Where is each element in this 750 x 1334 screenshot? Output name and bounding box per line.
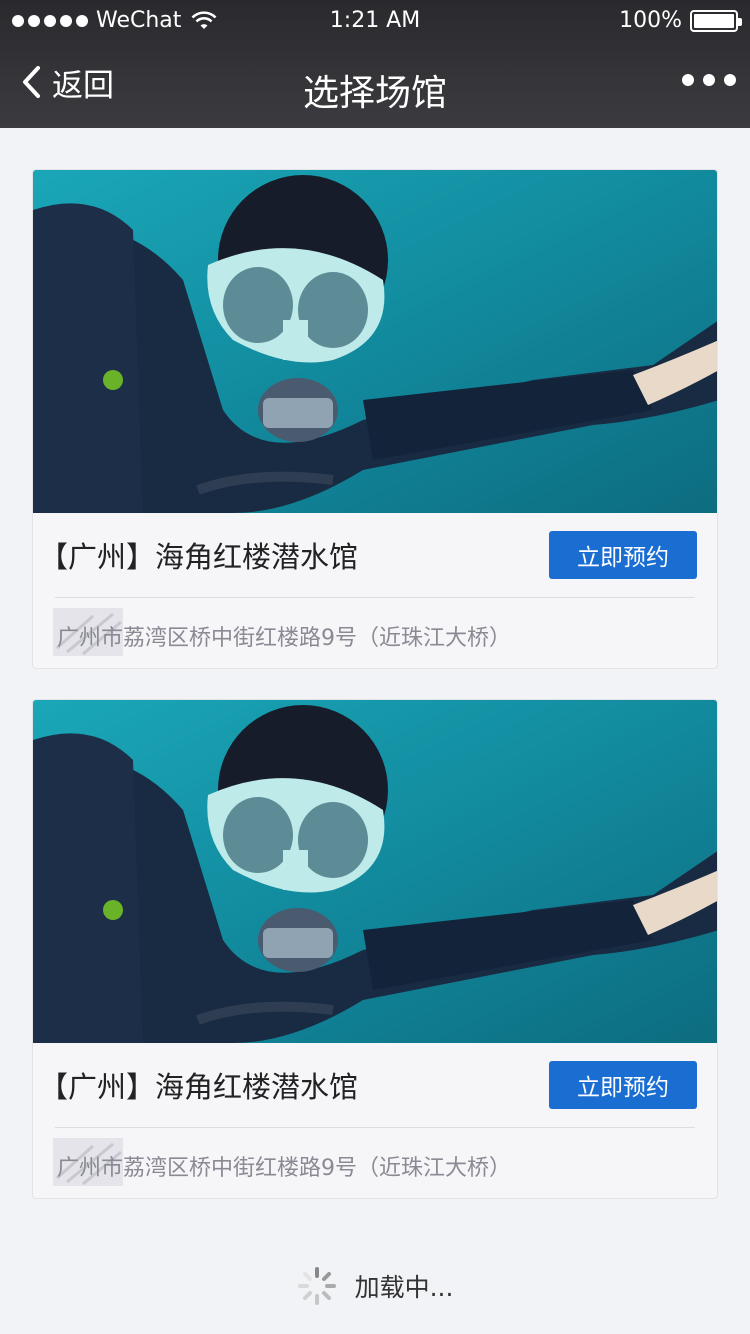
loading-indicator: 加载中... (0, 1266, 750, 1306)
spinner-icon (297, 1267, 336, 1305)
divider (55, 597, 695, 598)
status-right: 100% (619, 8, 742, 33)
venue-card[interactable]: 【广州】海角红楼潜水馆 立即预约 广州市荔湾区桥中街红楼路9号（近珠江大桥） (32, 699, 718, 1199)
page-title: 选择场馆 (302, 73, 447, 114)
navigation-bar: 返回 选择场馆 (0, 44, 750, 128)
venue-address: 广州市荔湾区桥中街红楼路9号（近珠江大桥） (57, 1156, 511, 1181)
top-bar: WeChat 1:21 AM 100% 返回 选择场馆 (0, 0, 750, 128)
battery-icon (690, 9, 742, 32)
more-dots-icon[interactable] (682, 74, 736, 86)
status-bar: WeChat 1:21 AM 100% (0, 0, 750, 40)
venue-name: 【广州】海角红楼潜水馆 (39, 540, 359, 574)
venue-card[interactable]: 【广州】海角红楼潜水馆 立即预约 广州市荔湾区桥中街红楼路9号（近珠江大桥） (32, 169, 718, 669)
book-now-button[interactable]: 立即预约 (549, 531, 697, 579)
book-now-button[interactable]: 立即预约 (549, 1061, 697, 1109)
divider (55, 1127, 695, 1128)
battery-percent: 100% (619, 8, 682, 33)
venue-photo (33, 170, 717, 513)
venue-name: 【广州】海角红楼潜水馆 (39, 1070, 359, 1104)
loading-text: 加载中... (354, 1273, 454, 1302)
venue-photo (33, 700, 717, 1043)
venue-address: 广州市荔湾区桥中街红楼路9号（近珠江大桥） (57, 626, 511, 651)
